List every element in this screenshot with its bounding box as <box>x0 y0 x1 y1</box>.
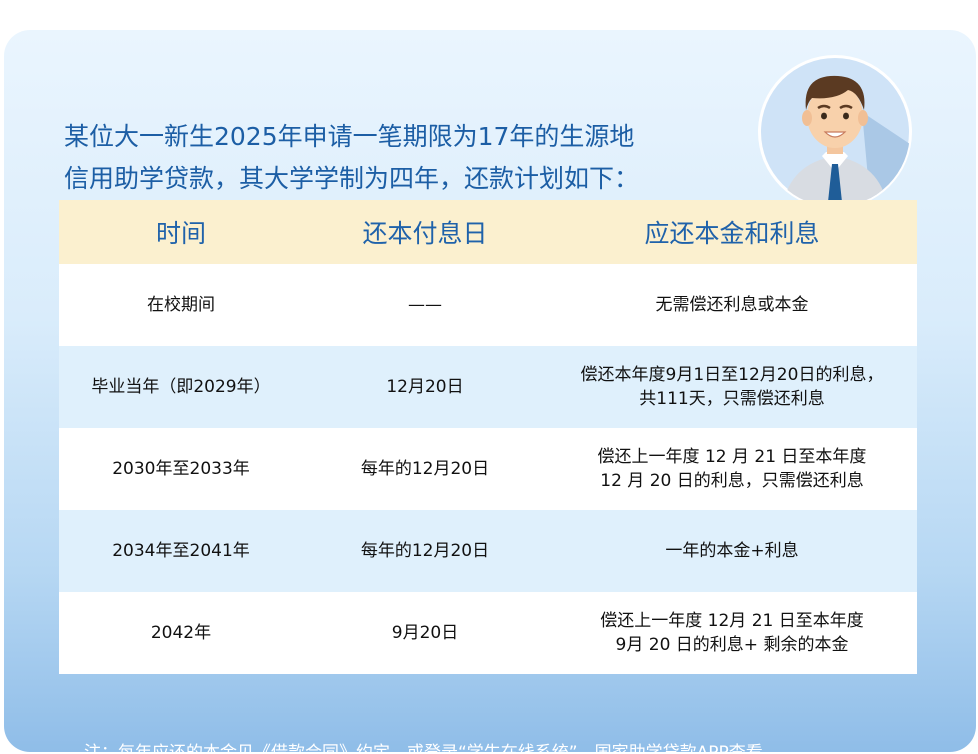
period-cell: 毕业当年（即2029年） <box>59 346 303 428</box>
headline-line-1: 某位大一新生2025年申请一笔期限为17年的生源地 <box>64 122 635 151</box>
period-cell: 2030年至2033年 <box>59 428 303 510</box>
amount-cell: 一年的本金+利息 <box>547 510 917 592</box>
amount-cell: 无需偿还利息或本金 <box>547 264 917 346</box>
headline: 某位大一新生2025年申请一笔期限为17年的生源地 信用助学贷款，其大学学制为四… <box>64 116 724 200</box>
header-repayment-date: 还本付息日 <box>303 200 547 264</box>
repayment-plan-table: 时间 还本付息日 应还本金和利息 在校期间 —— 无需偿还利息或本金 毕业当年（… <box>59 200 917 674</box>
table-row: 在校期间 —— 无需偿还利息或本金 <box>59 264 917 346</box>
headline-line-2: 信用助学贷款，其大学学制为四年，还款计划如下： <box>64 164 640 193</box>
period-cell: 2034年至2041年 <box>59 510 303 592</box>
businessman-avatar-icon <box>758 55 912 209</box>
amount-line: 12 月 20 日的利息，只需偿还利息 <box>600 471 864 491</box>
amount-line: 偿还本年度9月1日至12月20日的利息， <box>580 365 884 385</box>
period-cell: 2042年 <box>59 592 303 674</box>
amount-line: 一年的本金+利息 <box>665 541 799 561</box>
amount-line: 共111天，只需偿还利息 <box>639 389 825 409</box>
date-cell: 每年的12月20日 <box>303 510 547 592</box>
amount-cell: 偿还上一年度 12 月 21 日至本年度 12 月 20 日的利息，只需偿还利息 <box>547 428 917 510</box>
amount-line: 偿还上一年度 12月 21 日至本年度 <box>600 611 864 631</box>
table-row: 2030年至2033年 每年的12月20日 偿还上一年度 12 月 21 日至本… <box>59 428 917 510</box>
table-row: 2042年 9月20日 偿还上一年度 12月 21 日至本年度 9月 20 日的… <box>59 592 917 674</box>
table-header-row: 时间 还本付息日 应还本金和利息 <box>59 200 917 264</box>
footnote: 注：每年应还的本金见《借款合同》约定，或登录“学生在线系统”、国家助学贷款APP… <box>84 738 964 752</box>
table-row: 2034年至2041年 每年的12月20日 一年的本金+利息 <box>59 510 917 592</box>
period-cell: 在校期间 <box>59 264 303 346</box>
amount-cell: 偿还本年度9月1日至12月20日的利息， 共111天，只需偿还利息 <box>547 346 917 428</box>
header-time: 时间 <box>59 200 303 264</box>
date-cell: 每年的12月20日 <box>303 428 547 510</box>
header-principal-interest: 应还本金和利息 <box>547 200 917 264</box>
amount-line: 无需偿还利息或本金 <box>655 295 809 315</box>
amount-cell: 偿还上一年度 12月 21 日至本年度 9月 20 日的利息+ 剩余的本金 <box>547 592 917 674</box>
table-row: 毕业当年（即2029年） 12月20日 偿还本年度9月1日至12月20日的利息，… <box>59 346 917 428</box>
date-cell: 12月20日 <box>303 346 547 428</box>
date-cell: 9月20日 <box>303 592 547 674</box>
amount-line: 9月 20 日的利息+ 剩余的本金 <box>615 635 849 655</box>
date-cell: —— <box>303 264 547 346</box>
amount-line: 偿还上一年度 12 月 21 日至本年度 <box>597 447 867 467</box>
